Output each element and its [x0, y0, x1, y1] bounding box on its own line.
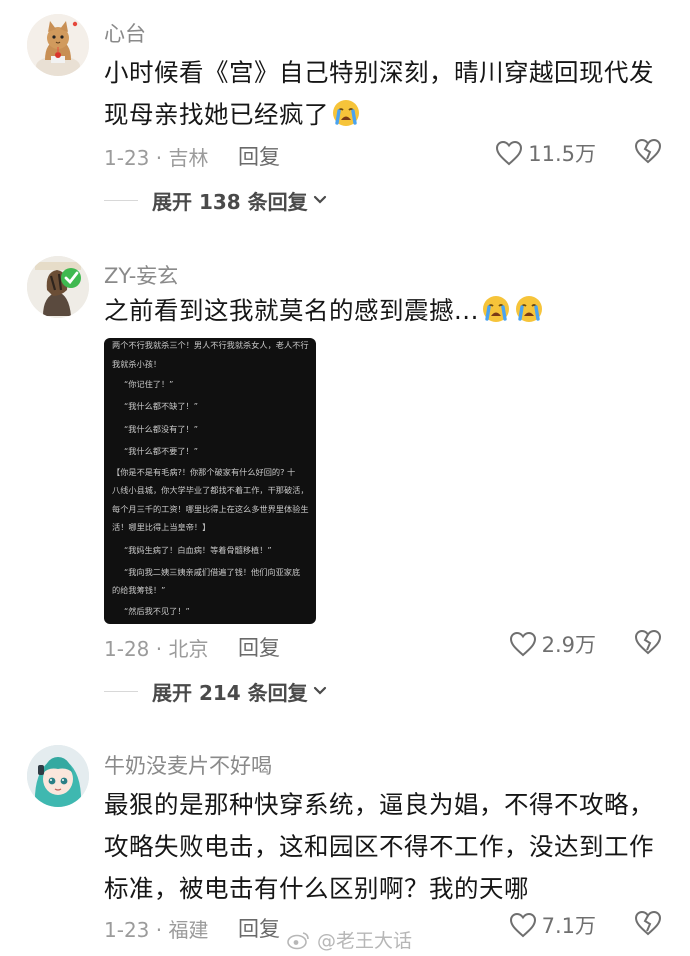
like-count: 2.9万	[541, 633, 596, 657]
chevron-down-icon	[313, 195, 326, 204]
screenshot-text-line: 【你是不是有毛病?！你那个破家有什么好回的? 十	[112, 467, 296, 477]
screenshot-text-line: 活！哪里比得上当皇帝！】	[112, 522, 211, 532]
comment-text-line: 攻略失败电击，这和园区不得不工作，没达到工作	[104, 832, 654, 861]
comment-date-location: 1-23 · 吉林	[104, 146, 209, 170]
broken-heart-icon	[634, 629, 662, 655]
attached-screenshot[interactable]: 两个不行我就杀三个！男人不行我就杀女人，老人不行 我就杀小孩！ “你记住了！” …	[104, 338, 316, 624]
screenshot-text-line: 每个月三千的工资！哪里比得上在这么多世界里体验生	[112, 504, 309, 514]
like-count: 11.5万	[528, 142, 596, 166]
screenshot-text-line: 的给我筹钱！”	[112, 585, 166, 595]
comment-text-line: 最狠的是那种快穿系统，逼良为娼，不得不攻略，	[104, 790, 654, 819]
screenshot-text-line: 八线小县城，你大学毕业了都找不着工作，干那破活，	[112, 485, 309, 495]
crying-face-icon	[331, 98, 361, 141]
heart-icon	[496, 140, 523, 166]
avatar[interactable]	[27, 256, 89, 318]
comment-text-body: 之前看到这我就莫名的感到震撼...	[104, 296, 479, 325]
like-button[interactable]: 11.5万	[495, 138, 596, 168]
screenshot-text-line: 两个不行我就杀三个！男人不行我就杀女人，老人不行	[112, 340, 309, 350]
expand-replies-button[interactable]: 展开 138 条回复	[104, 185, 328, 215]
verified-user-avatar-icon	[27, 256, 89, 318]
comment-text: 之前看到这我就莫名的感到震撼...	[104, 290, 674, 337]
anime-girl-avatar-icon	[27, 745, 89, 807]
comment-meta: 1-23 · 吉林 回复 11.5万	[104, 138, 662, 172]
weibo-logo-icon	[287, 931, 309, 949]
screenshot-text-line: 我就杀小孩！	[112, 359, 162, 369]
expand-replies-label: 展开 138 条回复	[152, 189, 308, 214]
expand-replies-button[interactable]: 展开 214 条回复	[104, 676, 328, 706]
comment-meta: 1-28 · 北京 回复 2.9万	[104, 629, 662, 663]
comment-date-location: 1-23 · 福建	[104, 918, 209, 942]
comment-date-location: 1-28 · 北京	[104, 637, 209, 661]
username[interactable]: ZY-妄玄	[104, 260, 178, 290]
reply-button[interactable]: 回复	[238, 913, 280, 943]
like-button[interactable]: 2.9万	[509, 629, 596, 659]
dislike-button[interactable]	[634, 910, 662, 941]
divider-line	[104, 199, 138, 201]
screenshot-text-line: “我什么都不缺了！”	[124, 401, 198, 411]
cat-avatar-icon	[27, 14, 89, 76]
divider-line	[104, 690, 138, 692]
watermark-text: @老王大话	[317, 930, 413, 952]
avatar[interactable]	[27, 745, 89, 807]
expand-replies-label: 展开 214 条回复	[152, 680, 308, 705]
crying-face-icon	[481, 294, 511, 337]
reply-button[interactable]: 回复	[238, 632, 280, 662]
broken-heart-icon	[634, 910, 662, 936]
screenshot-text-line: “你记住了！”	[124, 379, 174, 389]
reply-button[interactable]: 回复	[238, 141, 280, 171]
comment-text-body: 小时候看《宫》自己特别深刻，晴川穿越回现代发现母亲找她已经疯了	[104, 58, 654, 129]
avatar[interactable]	[27, 14, 89, 76]
screenshot-text-line: “然后我不见了！”	[124, 606, 190, 616]
comment-text-line: 标准，被电击有什么区别啊？我的天哪	[104, 874, 529, 903]
comment-text: 最狠的是那种快穿系统，逼良为娼，不得不攻略， 攻略失败电击，这和园区不得不工作，…	[104, 784, 674, 910]
comment-text: 小时候看《宫》自己特别深刻，晴川穿越回现代发现母亲找她已经疯了	[104, 52, 674, 141]
crying-face-icon	[514, 294, 544, 337]
chevron-down-icon	[313, 686, 326, 695]
dislike-button[interactable]	[634, 629, 662, 660]
screenshot-text-line: “我什么都没有了！”	[124, 424, 198, 434]
like-button[interactable]: 7.1万	[509, 910, 596, 940]
screenshot-text-line: “我妈生病了！白血病！等着骨髓移植！”	[124, 545, 272, 555]
broken-heart-icon	[634, 138, 662, 164]
screenshot-text-line: “我向我二姨三姨亲戚们借遍了钱！他们向亚家底	[124, 567, 301, 577]
username[interactable]: 牛奶没麦片不好喝	[104, 750, 272, 780]
dislike-button[interactable]	[634, 138, 662, 169]
screenshot-text-line: “我什么都不要了！”	[124, 446, 198, 456]
username[interactable]: 心台	[104, 18, 146, 48]
watermark: @老王大话	[287, 926, 412, 953]
heart-icon	[509, 912, 536, 938]
like-count: 7.1万	[541, 914, 596, 938]
heart-icon	[509, 631, 536, 657]
